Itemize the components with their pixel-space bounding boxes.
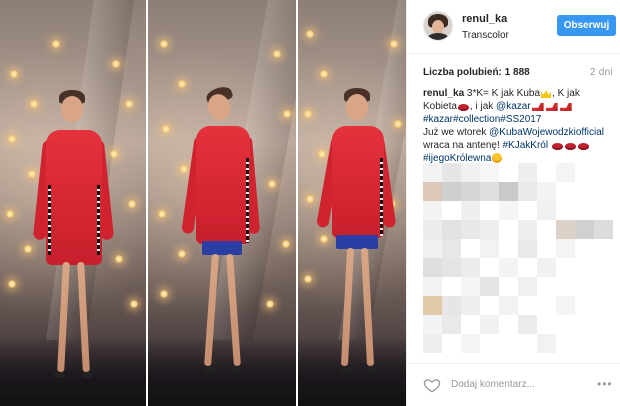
heart-icon[interactable] (423, 376, 441, 394)
crown-icon (541, 90, 552, 98)
grinning-face-icon (492, 153, 503, 163)
photo-panel-3 (298, 0, 406, 406)
post-header: renul_ka Transcolor Obserwuj (407, 0, 620, 54)
more-options-icon[interactable]: ••• (597, 377, 613, 391)
hashtag-collection[interactable]: #collection (453, 114, 500, 125)
lips-icon (457, 104, 469, 111)
follow-button[interactable]: Obserwuj (557, 15, 616, 36)
photo-panel-2 (148, 0, 296, 406)
caption-text-5: wraca na antenę! (423, 140, 503, 151)
caption-text-1: 3*K= K jak Kuba (464, 88, 541, 99)
lips-icon (577, 143, 589, 150)
high-heel-icon (531, 103, 544, 111)
post-footer: Dodaj komentarz... ••• (407, 363, 620, 406)
avatar[interactable] (423, 11, 453, 41)
post-sidebar: renul_ka Transcolor Obserwuj Liczba polu… (406, 0, 620, 406)
mention-kuba[interactable]: @KubaWojewodzkiofficial (489, 127, 604, 138)
post-caption: renul_ka 3*K= K jak Kuba, K jak Kobieta,… (423, 87, 613, 165)
post-time-ago[interactable]: 2 dni (590, 67, 613, 78)
lips-icon (564, 143, 576, 150)
caption-text-3: , i jak (469, 101, 497, 112)
hashtag-kazar[interactable]: #kazar (423, 114, 453, 125)
mention-kazar[interactable]: @kazar (496, 101, 531, 112)
caption-text-4: Już we wtorek (423, 127, 490, 138)
lips-icon (551, 143, 563, 150)
hashtag-kjakkrol[interactable]: #KJakKról (503, 140, 549, 151)
blurred-comments (423, 163, 613, 363)
hashtag-ss2017[interactable]: #SS2017 (500, 114, 541, 125)
photo-panel-1 (0, 0, 146, 406)
caption-username[interactable]: renul_ka (423, 88, 464, 99)
location-link[interactable]: Transcolor (462, 30, 509, 41)
add-comment-input[interactable]: Dodaj komentarz... (451, 379, 535, 390)
username-link[interactable]: renul_ka (462, 13, 507, 25)
high-heel-icon (559, 103, 572, 111)
likes-count[interactable]: Liczba polubień: 1 888 (423, 67, 530, 78)
post-photo[interactable] (0, 0, 406, 406)
high-heel-icon (545, 103, 558, 111)
